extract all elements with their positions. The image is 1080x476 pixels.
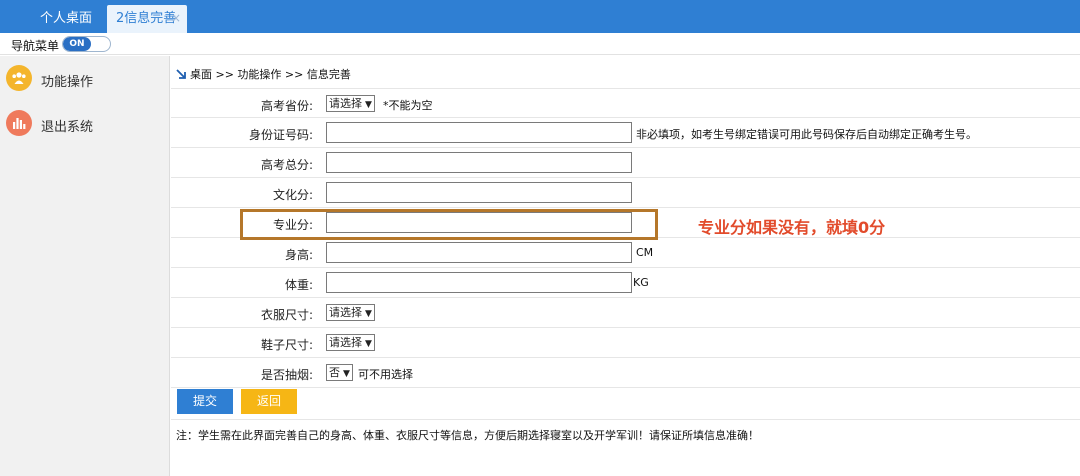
sidebar-item-label: 退出系统 — [41, 120, 94, 135]
major-score-annotation: 专业分如果没有，就填0分 — [698, 218, 886, 237]
close-icon[interactable]: × — [171, 5, 181, 32]
clothes-value: 请选择 — [329, 306, 362, 319]
weight-input[interactable] — [326, 272, 632, 293]
shoes-select[interactable]: 请选择 ▼ — [326, 334, 375, 351]
id-number-label: 身份证号码: — [248, 128, 313, 142]
height-label: 身高: — [284, 248, 313, 262]
users-icon — [6, 65, 32, 91]
submit-button[interactable]: 提交 — [177, 389, 233, 414]
form-row-shoes: 鞋子尺寸: 请选择 ▼ — [171, 328, 1080, 358]
sidebar: 功能操作 退出系统 — [0, 56, 170, 476]
top-tab-bar: 个人桌面 2信息完善 × — [0, 0, 1080, 33]
form-row-clothes: 衣服尺寸: 请选择 ▼ — [171, 298, 1080, 328]
form-row-id-number: 身份证号码: 非必填项，如考生号绑定错误可用此号码保存后自动绑定正确考生号。 — [171, 118, 1080, 148]
form-row-height: 身高: CM — [171, 238, 1080, 268]
chart-icon — [6, 110, 32, 136]
nav-menu-row: 导航菜单 ON — [0, 33, 1080, 55]
height-unit: CM — [636, 246, 654, 259]
total-score-label: 高考总分: — [260, 158, 313, 172]
sidebar-item-function[interactable]: 功能操作 — [6, 65, 166, 93]
tab-info-complete[interactable]: 2信息完善 × — [107, 5, 187, 33]
province-label: 高考省份: — [260, 99, 313, 113]
smoke-hint: 可不用选择 — [358, 368, 413, 381]
form-row-total-score: 高考总分: — [171, 148, 1080, 178]
chevron-down-icon: ▼ — [365, 309, 372, 319]
breadcrumb-text: 桌面 >> 功能操作 >> 信息完善 — [190, 68, 351, 81]
back-button[interactable]: 返回 — [241, 389, 297, 414]
culture-score-input[interactable] — [326, 182, 632, 203]
breadcrumb: 桌面 >> 功能操作 >> 信息完善 — [175, 66, 351, 83]
culture-score-label: 文化分: — [272, 188, 313, 202]
sidebar-item-logout[interactable]: 退出系统 — [6, 110, 166, 138]
clothes-label: 衣服尺寸: — [260, 308, 313, 322]
id-number-input[interactable] — [326, 122, 632, 143]
tab-info-complete-label: 2信息完善 — [116, 11, 177, 26]
shoes-label: 鞋子尺寸: — [260, 338, 313, 352]
weight-label: 体重: — [284, 278, 313, 292]
province-value: 请选择 — [329, 97, 362, 110]
form-row-province: 高考省份: 请选择 ▼ *不能为空 — [171, 88, 1080, 118]
province-hint: *不能为空 — [383, 99, 433, 112]
shoes-value: 请选择 — [329, 336, 362, 349]
nav-menu-toggle[interactable]: ON — [62, 36, 111, 52]
form-row-culture-score: 文化分: — [171, 178, 1080, 208]
id-number-hint: 非必填项，如考生号绑定错误可用此号码保存后自动绑定正确考生号。 — [636, 128, 977, 141]
footnote: 注：学生需在此界面完善自己的身高、体重、衣服尺寸等信息，方便后期选择寝室以及开学… — [176, 429, 759, 442]
toggle-on-label: ON — [63, 37, 91, 51]
major-score-highlight-box — [240, 209, 658, 240]
arrow-down-right-icon — [175, 68, 187, 83]
nav-menu-label: 导航菜单 — [11, 39, 60, 53]
divider — [171, 419, 1080, 420]
province-select[interactable]: 请选择 ▼ — [326, 95, 375, 112]
chevron-down-icon: ▼ — [343, 369, 350, 379]
sidebar-item-label: 功能操作 — [41, 75, 94, 90]
form-row-smoke: 是否抽烟: 否 ▼ 可不用选择 — [171, 358, 1080, 388]
clothes-select[interactable]: 请选择 ▼ — [326, 304, 375, 321]
total-score-input[interactable] — [326, 152, 632, 173]
smoke-select[interactable]: 否 ▼ — [326, 364, 353, 381]
height-input[interactable] — [326, 242, 632, 263]
form-row-weight: 体重: KG — [171, 268, 1080, 298]
weight-unit: KG — [633, 276, 649, 289]
tab-personal-desktop[interactable]: 个人桌面 — [28, 5, 104, 33]
chevron-down-icon: ▼ — [365, 100, 372, 110]
smoke-value: 否 — [329, 366, 340, 379]
smoke-label: 是否抽烟: — [260, 368, 313, 382]
chevron-down-icon: ▼ — [365, 339, 372, 349]
